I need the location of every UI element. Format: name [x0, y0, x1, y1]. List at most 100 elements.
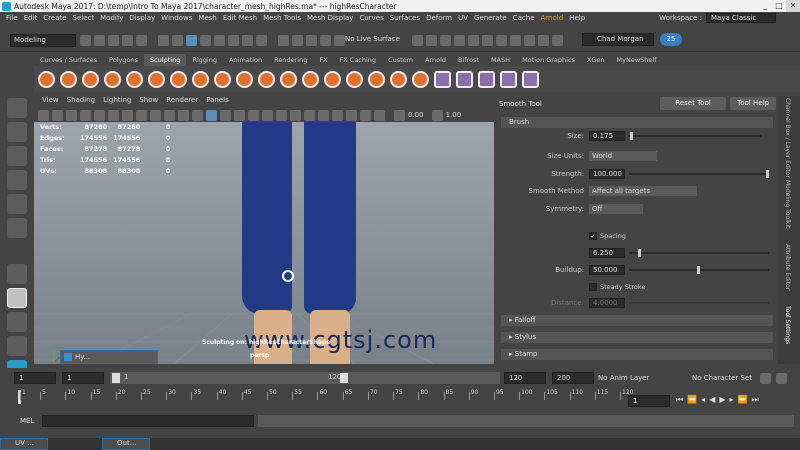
ipr-render-icon[interactable]: [454, 35, 465, 46]
undo-icon[interactable]: [122, 35, 133, 46]
isolate-select-icon[interactable]: [290, 109, 301, 121]
strength-field[interactable]: 100.000: [589, 169, 625, 179]
shelf-tab-xgen[interactable]: XGen: [581, 54, 611, 66]
rotate-tool-icon[interactable]: [7, 194, 27, 214]
smear-brush-icon[interactable]: [346, 70, 363, 88]
steady-stroke-checkbox[interactable]: [589, 283, 597, 291]
snap-point-icon[interactable]: [306, 35, 317, 46]
construction-history-icon[interactable]: [412, 35, 423, 46]
shelf-tab-curves-surfaces[interactable]: Curves / Surfaces: [34, 54, 103, 66]
stylus-section-header[interactable]: ▸ Stylus: [501, 332, 773, 343]
snap-view-plane-icon[interactable]: [320, 35, 331, 46]
anim-layer-dropdown[interactable]: No Anim Layer: [598, 374, 649, 382]
gate-mask-icon[interactable]: [164, 109, 175, 121]
toggle-attribute-editor-icon[interactable]: [524, 35, 535, 46]
relax-brush-icon[interactable]: [82, 70, 99, 88]
close-button[interactable]: ✕: [786, 0, 800, 12]
user-account-dropdown[interactable]: Chad Morgan: [582, 33, 654, 46]
default-material-icon[interactable]: [234, 109, 245, 121]
multisample-aa-icon[interactable]: [360, 109, 371, 121]
spacing-slider[interactable]: [629, 252, 769, 254]
knife-brush-icon[interactable]: [324, 70, 341, 88]
range-slider-end-handle[interactable]: [340, 373, 348, 383]
smooth-brush-icon[interactable]: [60, 70, 77, 88]
menu-file[interactable]: File: [6, 14, 18, 22]
spray-brush-icon[interactable]: [192, 70, 209, 88]
buildup-field[interactable]: 50.000: [589, 265, 625, 275]
menu-display[interactable]: Display: [129, 14, 155, 22]
hierarchy-mode-icon[interactable]: [158, 35, 169, 46]
flatten-brush-icon[interactable]: [148, 70, 165, 88]
side-tab-attribute-editor[interactable]: Attribute Editor: [784, 244, 791, 290]
playback-end-field[interactable]: 120: [504, 372, 546, 384]
menu-generate[interactable]: Generate: [474, 14, 507, 22]
imprint-brush-icon[interactable]: [236, 70, 253, 88]
menu-cache[interactable]: Cache: [513, 14, 535, 22]
spacing-checkbox[interactable]: ✓: [589, 232, 597, 240]
play-backwards-icon[interactable]: ◀: [709, 395, 715, 405]
panel-menu-view[interactable]: View: [42, 96, 59, 108]
minimized-hypershade-window[interactable]: Hy...: [60, 350, 158, 364]
pinch-brush-icon[interactable]: [126, 70, 143, 88]
arnold-render-icon[interactable]: [496, 35, 507, 46]
make-live-icon[interactable]: [334, 35, 345, 46]
bulge-brush-icon[interactable]: [368, 70, 385, 88]
minimize-button[interactable]: _: [758, 0, 772, 12]
object-mode-icon[interactable]: [172, 35, 183, 46]
menu-edit-mesh[interactable]: Edit Mesh: [223, 14, 257, 22]
distance-slider[interactable]: [629, 302, 769, 304]
panel-menu-lighting[interactable]: Lighting: [103, 96, 131, 108]
bookmark-icon[interactable]: [66, 109, 77, 121]
command-input[interactable]: [42, 415, 254, 427]
xray-joints-icon[interactable]: [318, 109, 329, 121]
select-curves-icon[interactable]: [228, 35, 239, 46]
xray-icon[interactable]: [304, 109, 315, 121]
invert-freeze-icon[interactable]: [478, 70, 495, 88]
render-settings-icon[interactable]: [468, 35, 479, 46]
sculpt-brush-icon[interactable]: [38, 70, 55, 88]
menu-arnold[interactable]: Arnold: [541, 14, 564, 22]
grease-pencil-icon[interactable]: [108, 109, 119, 121]
strength-slider-handle[interactable]: [766, 170, 769, 178]
new-scene-icon[interactable]: [80, 35, 91, 46]
scene-end-field[interactable]: 200: [552, 372, 594, 384]
wax-brush-icon[interactable]: [258, 70, 275, 88]
size-field[interactable]: 0.175: [589, 131, 625, 141]
four-view-layout-icon[interactable]: [7, 336, 27, 356]
single-perspective-layout-icon[interactable]: [7, 312, 27, 332]
prev-key-icon[interactable]: ◂: [701, 395, 705, 405]
scrape-brush-icon[interactable]: [280, 70, 297, 88]
hypershade-icon[interactable]: [482, 35, 493, 46]
panel-menu-show[interactable]: Show: [139, 96, 158, 108]
exposure-field[interactable]: 0.00: [408, 111, 424, 119]
render-view-icon[interactable]: [426, 35, 437, 46]
scale-tool-icon[interactable]: [7, 218, 27, 238]
mel-label[interactable]: MEL: [20, 417, 34, 425]
menu-select[interactable]: Select: [73, 14, 95, 22]
ambient-occlusion-icon[interactable]: [332, 109, 343, 121]
live-surface-label[interactable]: No Live Surface: [345, 35, 400, 43]
step-forward-icon[interactable]: ⏩: [738, 395, 748, 405]
fill-brush-icon[interactable]: [302, 70, 319, 88]
sculpt-layer-icon[interactable]: [522, 70, 539, 88]
animation-preferences-icon[interactable]: [776, 373, 787, 384]
redo-icon[interactable]: [136, 35, 147, 46]
playback-start-field[interactable]: 1: [62, 372, 104, 384]
go-to-start-icon[interactable]: ⏮: [676, 395, 683, 405]
depth-of-field-icon[interactable]: [374, 109, 385, 121]
smooth-method-dropdown[interactable]: Affect all targets: [589, 186, 697, 196]
resolution-gate-icon[interactable]: [150, 109, 161, 121]
component-mode-icon[interactable]: [186, 35, 197, 46]
gamma-field[interactable]: 1.00: [446, 111, 462, 119]
shelf-tab-animation[interactable]: Animation: [223, 54, 268, 66]
workspace-dropdown[interactable]: Maya Classic: [706, 13, 776, 23]
last-tool-icon[interactable]: [7, 264, 27, 284]
menu-help[interactable]: Help: [569, 14, 585, 22]
shelf-tab-rendering[interactable]: Rendering: [268, 54, 313, 66]
repeat-brush-icon[interactable]: [214, 70, 231, 88]
auto-key-icon[interactable]: [760, 373, 771, 384]
toggle-channel-box-icon[interactable]: [552, 35, 563, 46]
menu-set-dropdown[interactable]: Modeling: [10, 34, 76, 47]
side-tab-tool-settings[interactable]: Tool Settings: [784, 306, 791, 344]
menu-edit[interactable]: Edit: [24, 14, 38, 22]
